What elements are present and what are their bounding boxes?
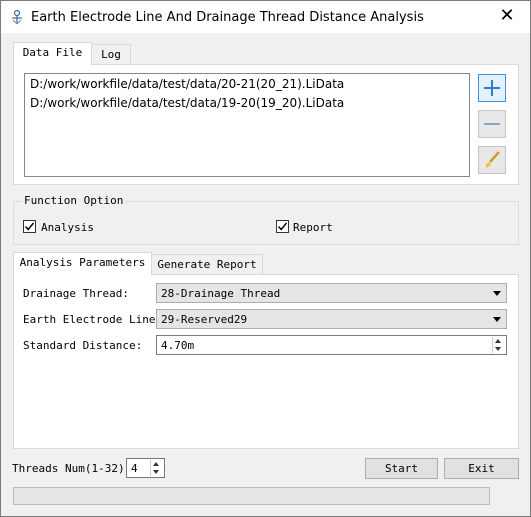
exit-button-label: Exit: [468, 462, 495, 475]
tab-data-file[interactable]: Data File: [13, 42, 92, 65]
tab-generate-report-label: Generate Report: [157, 258, 257, 271]
spin-buttons[interactable]: [492, 337, 505, 353]
main-window: Earth Electrode Line And Drainage Thread…: [0, 0, 531, 517]
drainage-thread-select[interactable]: 28-Drainage Thread: [156, 283, 507, 303]
spin-down-icon[interactable]: [153, 470, 159, 474]
drainage-thread-label: Drainage Thread:: [23, 287, 129, 300]
spin-up-icon[interactable]: [153, 462, 159, 466]
tab-log[interactable]: Log: [91, 44, 131, 65]
report-checkbox[interactable]: [276, 220, 289, 233]
data-file-list[interactable]: D:/work/workfile/data/test/data/20-21(20…: [24, 73, 470, 177]
tab-analysis-parameters[interactable]: Analysis Parameters: [13, 252, 152, 275]
tab-analysis-parameters-label: Analysis Parameters: [19, 256, 146, 269]
start-button[interactable]: Start: [365, 458, 438, 479]
earth-electrode-line-select[interactable]: 29-Reserved29: [156, 309, 507, 329]
exit-button[interactable]: Exit: [444, 458, 519, 479]
plus-icon: [484, 80, 500, 96]
app-icon: [12, 9, 22, 25]
spin-down-icon[interactable]: [495, 347, 501, 351]
close-button[interactable]: ✕: [484, 1, 530, 33]
chevron-down-icon: [493, 291, 501, 296]
analysis-checkbox[interactable]: [23, 220, 36, 233]
analysis-label: Analysis: [41, 221, 94, 234]
spin-buttons[interactable]: [150, 460, 163, 476]
close-icon: ✕: [499, 5, 515, 26]
tab-log-label: Log: [101, 48, 121, 61]
title-bar[interactable]: Earth Electrode Line And Drainage Thread…: [1, 1, 530, 33]
drainage-thread-value: 28-Drainage Thread: [161, 287, 281, 300]
start-button-label: Start: [384, 462, 419, 475]
standard-distance-label: Standard Distance:: [23, 339, 143, 352]
list-item[interactable]: D:/work/workfile/data/test/data/19-20(19…: [30, 96, 344, 110]
add-file-button[interactable]: [478, 74, 506, 102]
check-icon: [24, 222, 35, 231]
list-item[interactable]: D:/work/workfile/data/test/data/20-21(20…: [30, 77, 344, 91]
function-option-title: Function Option: [22, 194, 126, 207]
earth-electrode-line-label: Earth Electrode Line:: [23, 313, 163, 326]
progress-bar: [13, 487, 490, 505]
threads-num-label: Threads Num(1-32):: [12, 462, 132, 475]
threads-num-spinbox[interactable]: 4: [126, 458, 165, 478]
report-label: Report: [293, 221, 333, 234]
minus-icon: [484, 123, 500, 125]
clear-files-button[interactable]: [478, 146, 506, 174]
window-title: Earth Electrode Line And Drainage Thread…: [31, 10, 424, 25]
earth-electrode-line-value: 29-Reserved29: [161, 313, 248, 326]
tab-data-file-label: Data File: [22, 46, 83, 59]
chevron-down-icon: [493, 317, 501, 322]
tab-generate-report[interactable]: Generate Report: [151, 254, 263, 275]
threads-num-value: 4: [131, 462, 138, 475]
standard-distance-value: 4.70m: [161, 339, 195, 352]
check-icon: [277, 222, 288, 231]
remove-file-button[interactable]: [478, 110, 506, 138]
brush-icon: [486, 151, 500, 168]
spin-up-icon[interactable]: [495, 339, 501, 343]
standard-distance-spinbox[interactable]: 4.70m: [156, 335, 507, 355]
